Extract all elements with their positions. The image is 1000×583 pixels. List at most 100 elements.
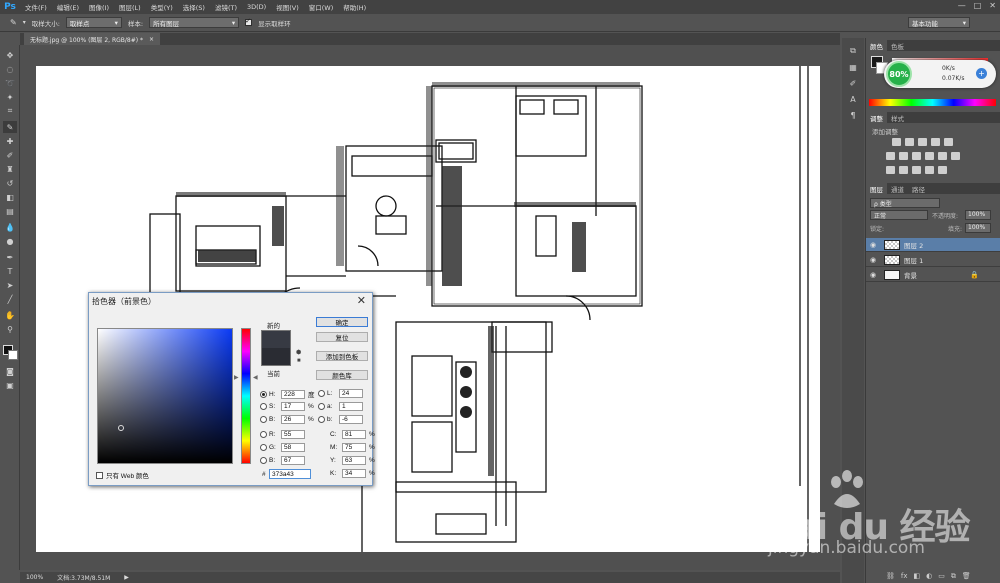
menu-image[interactable]: 图像(I) xyxy=(84,2,114,12)
quick-mask-icon[interactable]: ◙ xyxy=(3,365,17,377)
tab-color[interactable]: 颜色 xyxy=(866,40,887,51)
hue-slider[interactable] xyxy=(241,328,251,464)
blue-field[interactable]: 67 xyxy=(281,456,305,465)
eye-icon[interactable]: ◉ xyxy=(866,256,880,264)
gradient-map-icon[interactable] xyxy=(938,166,947,174)
menu-3d[interactable]: 3D(D) xyxy=(242,3,271,11)
saturation-field[interactable]: 17 xyxy=(281,402,305,411)
clone-stamp-tool-icon[interactable]: ♜ xyxy=(3,163,17,175)
close-icon[interactable]: ✕ xyxy=(357,294,366,307)
lab-a-field[interactable]: 1 xyxy=(339,402,363,411)
levels-icon[interactable] xyxy=(905,138,914,146)
workspace-select[interactable]: 基本功能 ▾ xyxy=(908,17,970,28)
eyedropper-icon[interactable]: ✎ xyxy=(10,18,17,27)
tool-preset-dropdown-icon[interactable]: ▾ xyxy=(23,19,26,26)
lab-l-field[interactable]: 24 xyxy=(339,389,363,398)
lab-b-radio[interactable] xyxy=(318,416,325,423)
color-spectrum-bar[interactable] xyxy=(869,99,996,106)
path-select-tool-icon[interactable]: ➤ xyxy=(3,279,17,291)
menu-layer[interactable]: 图层(L) xyxy=(114,2,146,12)
red-field[interactable]: 55 xyxy=(281,430,305,439)
web-colors-only-option[interactable]: 只有 Web 颜色 xyxy=(96,470,149,480)
color-libraries-button[interactable]: 颜色库 xyxy=(316,370,368,380)
hue-radio[interactable] xyxy=(260,390,267,398)
photo-filter-icon[interactable] xyxy=(925,152,934,160)
show-ring-checkbox[interactable] xyxy=(245,17,253,26)
tab-styles[interactable]: 样式 xyxy=(887,112,908,123)
move-tool-icon[interactable]: ✥ xyxy=(3,49,17,61)
crop-tool-icon[interactable]: ⌗ xyxy=(3,105,17,117)
history-brush-tool-icon[interactable]: ↺ xyxy=(3,177,17,189)
saturation-radio[interactable] xyxy=(260,403,267,410)
yellow-field[interactable]: 63 xyxy=(342,456,366,465)
brush-panel-icon[interactable]: ✐ xyxy=(847,78,859,88)
layer-row-1[interactable]: ◉ 图层 1 xyxy=(866,253,1000,267)
color-cursor[interactable] xyxy=(117,425,124,432)
layer-row-background[interactable]: ◉ 背景 🔒 xyxy=(866,268,1000,282)
blend-mode-select[interactable]: 正常 xyxy=(870,210,928,220)
boost-plus-icon[interactable]: + xyxy=(976,68,987,79)
add-to-swatches-button[interactable]: 添加到色板 xyxy=(316,351,368,361)
blur-tool-icon[interactable]: 💧 xyxy=(3,221,17,233)
channel-mixer-icon[interactable] xyxy=(938,152,947,160)
web-colors-only-checkbox[interactable] xyxy=(96,471,103,479)
type-tool-icon[interactable]: T xyxy=(3,265,17,277)
pen-tool-icon[interactable]: ✒ xyxy=(3,251,17,263)
magenta-field[interactable]: 75 xyxy=(342,443,366,452)
close-tab-icon[interactable]: × xyxy=(149,36,154,43)
tab-adjustments[interactable]: 调整 xyxy=(866,112,887,123)
selective-color-icon[interactable] xyxy=(925,166,934,174)
layer-row-2[interactable]: ◉ 图层 2 xyxy=(866,238,1000,252)
hue-arrow-right-icon[interactable]: ◀ xyxy=(253,374,258,381)
history-panel-icon[interactable]: ⧉ xyxy=(847,46,859,56)
brightness-radio[interactable] xyxy=(260,416,267,423)
hue-arrow-left-icon[interactable]: ▶ xyxy=(234,374,239,381)
color-lookup-icon[interactable] xyxy=(951,152,960,160)
gradient-tool-icon[interactable]: ▤ xyxy=(3,205,17,217)
fill-field[interactable]: 100% xyxy=(965,223,991,233)
hue-saturation-icon[interactable] xyxy=(886,152,895,160)
healing-brush-tool-icon[interactable]: ✚ xyxy=(3,135,17,147)
menu-help[interactable]: 帮助(H) xyxy=(338,2,371,12)
green-radio[interactable] xyxy=(260,444,267,451)
lab-l-radio[interactable] xyxy=(318,390,325,397)
current-color-swatch[interactable] xyxy=(261,348,291,366)
green-field[interactable]: 58 xyxy=(281,443,305,452)
properties-panel-icon[interactable]: ▦ xyxy=(847,62,859,72)
invert-icon[interactable] xyxy=(886,166,895,174)
maximize-button[interactable]: □ xyxy=(974,1,982,10)
lab-b-field[interactable]: -6 xyxy=(339,415,363,424)
hand-tool-icon[interactable]: ✋ xyxy=(3,309,17,321)
brush-tool-icon[interactable]: ✐ xyxy=(3,149,17,161)
cyan-field[interactable]: 81 xyxy=(342,430,366,439)
eraser-tool-icon[interactable]: ◧ xyxy=(3,191,17,203)
color-balance-icon[interactable] xyxy=(899,152,908,160)
menu-filter[interactable]: 滤镜(T) xyxy=(210,2,242,12)
menu-type[interactable]: 类型(Y) xyxy=(146,2,178,12)
reset-button[interactable]: 复位 xyxy=(316,332,368,342)
screen-mode-icon[interactable]: ▣ xyxy=(3,379,17,391)
sample-select[interactable]: 所有图层 ▾ xyxy=(149,17,240,28)
menu-edit[interactable]: 编辑(E) xyxy=(52,2,84,12)
key-field[interactable]: 34 xyxy=(342,469,366,478)
menu-window[interactable]: 窗口(W) xyxy=(304,2,339,12)
ok-button[interactable]: 确定 xyxy=(316,317,368,327)
exposure-icon[interactable] xyxy=(931,138,940,146)
status-arrow-icon[interactable]: ▶ xyxy=(124,574,129,581)
shape-tool-icon[interactable]: ╱ xyxy=(3,293,17,305)
eye-icon[interactable]: ◉ xyxy=(866,241,880,249)
brightness-icon[interactable] xyxy=(892,138,901,146)
menu-view[interactable]: 视图(V) xyxy=(271,2,304,12)
background-color-swatch[interactable] xyxy=(8,350,18,360)
menu-file[interactable]: 文件(F) xyxy=(20,2,52,12)
quick-select-tool-icon[interactable]: ✦ xyxy=(3,91,17,103)
dodge-tool-icon[interactable]: ● xyxy=(3,235,17,247)
network-speed-widget[interactable]: 80% 0K/s 0.07K/s + xyxy=(884,60,996,88)
sample-size-select[interactable]: 取样点 ▾ xyxy=(65,17,122,28)
posterize-icon[interactable] xyxy=(899,166,908,174)
eyedropper-tool-icon[interactable]: ✎ xyxy=(3,121,17,133)
zoom-level[interactable]: 100% xyxy=(26,574,43,581)
threshold-icon[interactable] xyxy=(912,166,921,174)
paragraph-panel-icon[interactable]: ¶ xyxy=(847,110,859,120)
brightness-field[interactable]: 26 xyxy=(281,415,305,424)
